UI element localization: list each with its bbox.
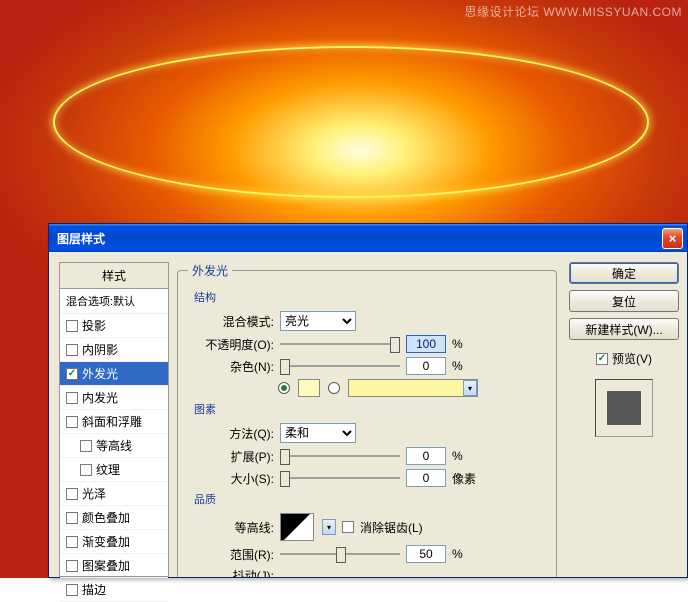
blend-mode-select[interactable]: 亮光 (280, 311, 356, 331)
outer-glow-legend: 外发光 (188, 262, 232, 279)
style-item-label: 颜色叠加 (82, 509, 130, 526)
reset-button[interactable]: 复位 (569, 290, 679, 312)
styles-header[interactable]: 样式 (60, 263, 168, 289)
blend-mode-label: 混合模式: (202, 313, 274, 330)
style-checkbox[interactable] (66, 536, 78, 548)
chevron-down-icon[interactable]: ▾ (322, 519, 336, 535)
style-checkbox[interactable] (66, 320, 78, 332)
style-item-label: 纹理 (96, 461, 120, 478)
unit-percent: % (452, 337, 480, 351)
dialog-title: 图层样式 (57, 230, 662, 247)
noise-value[interactable]: 0 (406, 357, 446, 375)
style-item-3[interactable]: 内发光 (60, 386, 168, 410)
spread-value[interactable]: 0 (406, 447, 446, 465)
gradient-radio[interactable] (328, 382, 340, 394)
spread-slider[interactable] (280, 447, 400, 465)
watermark-text: 思缘设计论坛 WWW.MISSYUAN.COM (465, 3, 683, 20)
antialias-label: 消除锯齿(L) (360, 519, 423, 536)
style-item-label: 内阴影 (82, 341, 118, 358)
gradient-picker[interactable]: ▾ (348, 379, 478, 397)
outer-glow-group: 外发光 结构 混合模式: 亮光 不透明度(O): 100 % 杂色(N): 0 … (177, 262, 557, 577)
size-label: 大小(S): (202, 470, 274, 487)
style-item-label: 光泽 (82, 485, 106, 502)
style-checkbox[interactable] (66, 392, 78, 404)
range-value[interactable]: 50 (406, 545, 446, 563)
style-item-label: 描边 (82, 581, 106, 598)
opacity-value[interactable]: 100 (406, 335, 446, 353)
halo-ellipse (53, 46, 649, 198)
style-item-2[interactable]: 外发光 (60, 362, 168, 386)
style-item-7[interactable]: 光泽 (60, 482, 168, 506)
options-panel: 外发光 结构 混合模式: 亮光 不透明度(O): 100 % 杂色(N): 0 … (169, 262, 565, 577)
style-item-8[interactable]: 颜色叠加 (60, 506, 168, 530)
style-item-1[interactable]: 内阴影 (60, 338, 168, 362)
size-value[interactable]: 0 (406, 469, 446, 487)
spread-label: 扩展(P): (202, 448, 274, 465)
contour-label: 等高线: (202, 519, 274, 536)
elements-heading: 图素 (194, 401, 546, 417)
style-checkbox[interactable] (66, 488, 78, 500)
styles-list: 样式 混合选项:默认 投影内阴影外发光内发光斜面和浮雕等高线纹理光泽颜色叠加渐变… (59, 262, 169, 577)
style-item-11[interactable]: 描边 (60, 578, 168, 602)
right-buttons: 确定 复位 新建样式(W)... 预览(V) (565, 262, 679, 577)
structure-heading: 结构 (194, 289, 546, 305)
style-item-9[interactable]: 渐变叠加 (60, 530, 168, 554)
preview-checkbox[interactable] (596, 353, 608, 365)
color-swatch[interactable] (298, 379, 320, 397)
quality-heading: 品质 (194, 491, 546, 507)
style-item-5[interactable]: 等高线 (60, 434, 168, 458)
noise-slider[interactable] (280, 357, 400, 375)
style-checkbox[interactable] (80, 464, 92, 476)
new-style-button[interactable]: 新建样式(W)... (569, 318, 679, 340)
contour-picker[interactable] (280, 513, 314, 541)
method-label: 方法(Q): (202, 425, 274, 442)
style-checkbox[interactable] (66, 560, 78, 572)
range-label: 范围(R): (202, 546, 274, 563)
method-select[interactable]: 柔和 (280, 423, 356, 443)
preview-thumbnail (595, 379, 653, 437)
style-checkbox[interactable] (66, 416, 78, 428)
style-checkbox[interactable] (66, 512, 78, 524)
close-button[interactable]: × (662, 228, 683, 249)
size-slider[interactable] (280, 469, 400, 487)
style-item-label: 等高线 (96, 437, 132, 454)
style-item-4[interactable]: 斜面和浮雕 (60, 410, 168, 434)
style-item-0[interactable]: 投影 (60, 314, 168, 338)
style-item-label: 图案叠加 (82, 557, 130, 574)
style-item-label: 斜面和浮雕 (82, 413, 142, 430)
style-item-10[interactable]: 图案叠加 (60, 554, 168, 578)
style-checkbox[interactable] (66, 344, 78, 356)
titlebar[interactable]: 图层样式 × (49, 224, 687, 252)
style-checkbox[interactable] (66, 368, 78, 380)
preview-label: 预览(V) (612, 350, 652, 367)
noise-label: 杂色(N): (202, 358, 274, 375)
style-item-label: 内发光 (82, 389, 118, 406)
range-slider[interactable] (280, 545, 400, 563)
style-checkbox[interactable] (80, 440, 92, 452)
style-item-label: 外发光 (82, 365, 118, 382)
chevron-down-icon[interactable]: ▾ (463, 380, 477, 396)
opacity-slider[interactable] (280, 335, 400, 353)
style-item-label: 渐变叠加 (82, 533, 130, 550)
antialias-checkbox[interactable] (342, 521, 354, 533)
jitter-label: 抖动(J): (202, 567, 274, 577)
opacity-label: 不透明度(O): (202, 336, 274, 353)
color-radio[interactable] (278, 382, 290, 394)
layer-style-dialog: 图层样式 × 样式 混合选项:默认 投影内阴影外发光内发光斜面和浮雕等高线纹理光… (48, 223, 688, 578)
ok-button[interactable]: 确定 (569, 262, 679, 284)
style-checkbox[interactable] (66, 584, 78, 596)
style-item-label: 投影 (82, 317, 106, 334)
style-item-6[interactable]: 纹理 (60, 458, 168, 482)
blend-options-default[interactable]: 混合选项:默认 (60, 289, 168, 314)
